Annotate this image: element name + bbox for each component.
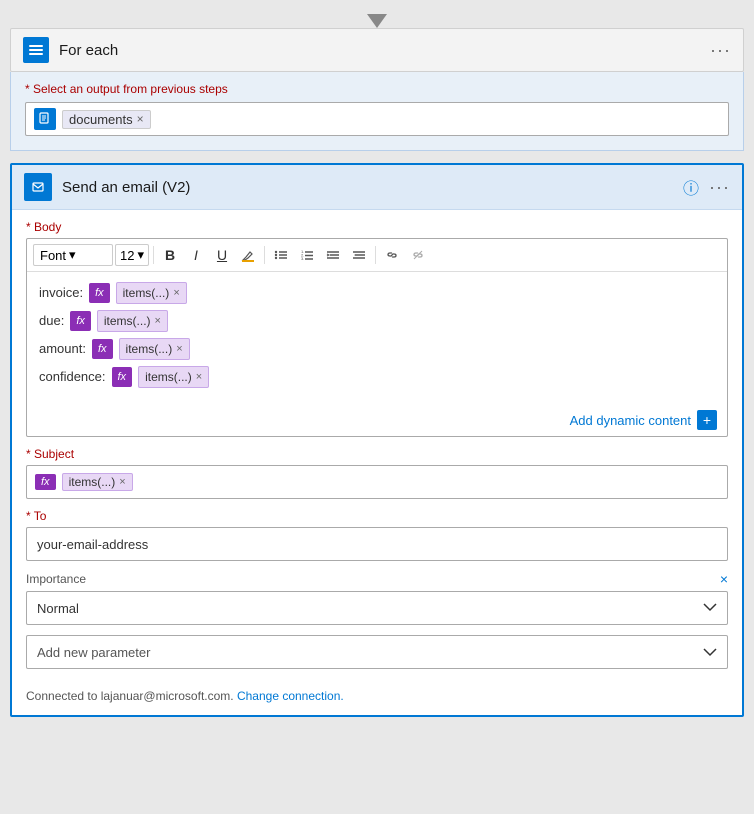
add-dynamic-content-button[interactable]: +	[697, 410, 717, 430]
toolbar-sep-1	[153, 246, 154, 264]
for-each-container: For each ···	[10, 28, 744, 72]
confidence-fx-tag: fx	[112, 367, 133, 388]
documents-tag: documents ×	[62, 110, 151, 129]
underline-button[interactable]: U	[210, 243, 234, 267]
due-fx-tag: fx	[70, 311, 91, 332]
bold-button[interactable]: B	[158, 243, 182, 267]
body-row-invoice: invoice: fx items(...) ×	[39, 282, 715, 304]
amount-fx-tag: fx	[92, 339, 113, 360]
output-label: * Select an output from previous steps	[25, 82, 729, 96]
add-parameter-section: Add new parameter	[12, 625, 742, 683]
top-arrow	[10, 10, 744, 28]
change-connection-link[interactable]: Change connection.	[237, 689, 344, 703]
indent-more-button[interactable]	[321, 243, 345, 267]
to-section: * To your-email-address	[12, 499, 742, 561]
connected-section: Connected to lajanuar@microsoft.com. Cha…	[12, 683, 742, 715]
unlink-button[interactable]	[406, 243, 430, 267]
confidence-items-tag: items(...) ×	[138, 366, 209, 388]
link-button[interactable]	[380, 243, 404, 267]
font-select[interactable]: Font ▾	[33, 244, 113, 266]
email-card-title: Send an email (V2)	[62, 179, 190, 196]
subject-input[interactable]: fx items(...) ×	[26, 465, 728, 499]
confidence-items-close[interactable]: ×	[196, 369, 202, 386]
outlook-icon	[24, 173, 52, 201]
add-dynamic-row: Add dynamic content +	[27, 404, 727, 436]
invoice-items-close[interactable]: ×	[173, 285, 179, 302]
toolbar: Font ▾ 12 ▾ B I U	[27, 239, 727, 272]
subject-section: * Subject fx items(...) ×	[12, 437, 742, 499]
importance-select[interactable]: Normal	[26, 591, 728, 625]
importance-section: Importance × Normal	[12, 561, 742, 625]
body-row-amount: amount: fx items(...) ×	[39, 338, 715, 360]
add-parameter-chevron-icon	[703, 645, 717, 660]
add-parameter-select[interactable]: Add new parameter	[26, 635, 728, 669]
bullets-button[interactable]	[269, 243, 293, 267]
importance-label: Importance	[26, 572, 86, 586]
importance-chevron-icon	[703, 601, 717, 615]
font-size-select[interactable]: 12 ▾	[115, 244, 149, 266]
subject-items-close[interactable]: ×	[119, 476, 125, 488]
importance-clear-button[interactable]: ×	[720, 571, 728, 587]
body-editor[interactable]: Font ▾ 12 ▾ B I U	[26, 238, 728, 437]
documents-tag-close[interactable]: ×	[137, 112, 144, 126]
add-dynamic-content-link[interactable]: Add dynamic content	[570, 413, 691, 428]
for-each-more-button[interactable]: ···	[710, 40, 731, 61]
body-row-due: due: fx items(...) ×	[39, 310, 715, 332]
editor-content[interactable]: invoice: fx items(...) × due: fx	[27, 272, 727, 404]
subject-fx-tag: fx	[35, 474, 56, 490]
amount-items-close[interactable]: ×	[176, 341, 182, 358]
email-card: Send an email (V2) ⓘ ··· * Body Font ▾ 1…	[10, 163, 744, 717]
for-each-title: For each	[59, 42, 118, 59]
indent-less-button[interactable]	[347, 243, 371, 267]
email-more-button[interactable]: ···	[709, 177, 730, 198]
to-label: * To	[26, 509, 728, 523]
subject-label: * Subject	[26, 447, 728, 461]
numbering-button[interactable]: 1.2.3.	[295, 243, 319, 267]
email-card-header: Send an email (V2) ⓘ ···	[12, 165, 742, 210]
output-section: * Select an output from previous steps d…	[10, 72, 744, 151]
subject-items-tag: items(...) ×	[62, 473, 133, 491]
document-icon	[34, 108, 56, 130]
body-label: * Body	[26, 220, 728, 234]
for-each-icon	[23, 37, 49, 63]
invoice-fx-tag: fx	[89, 283, 110, 304]
amount-items-tag: items(...) ×	[119, 338, 190, 360]
toolbar-sep-2	[264, 246, 265, 264]
body-row-confidence: confidence: fx items(...) ×	[39, 366, 715, 388]
svg-text:3.: 3.	[301, 256, 304, 261]
due-items-tag: items(...) ×	[97, 310, 168, 332]
highlight-button[interactable]	[236, 243, 260, 267]
toolbar-sep-3	[375, 246, 376, 264]
invoice-items-tag: items(...) ×	[116, 282, 187, 304]
due-items-close[interactable]: ×	[155, 313, 161, 330]
info-button[interactable]: ⓘ	[683, 175, 699, 199]
output-input[interactable]: documents ×	[25, 102, 729, 136]
to-input[interactable]: your-email-address	[26, 527, 728, 561]
body-section: * Body Font ▾ 12 ▾ B I U	[12, 210, 742, 437]
italic-button[interactable]: I	[184, 243, 208, 267]
